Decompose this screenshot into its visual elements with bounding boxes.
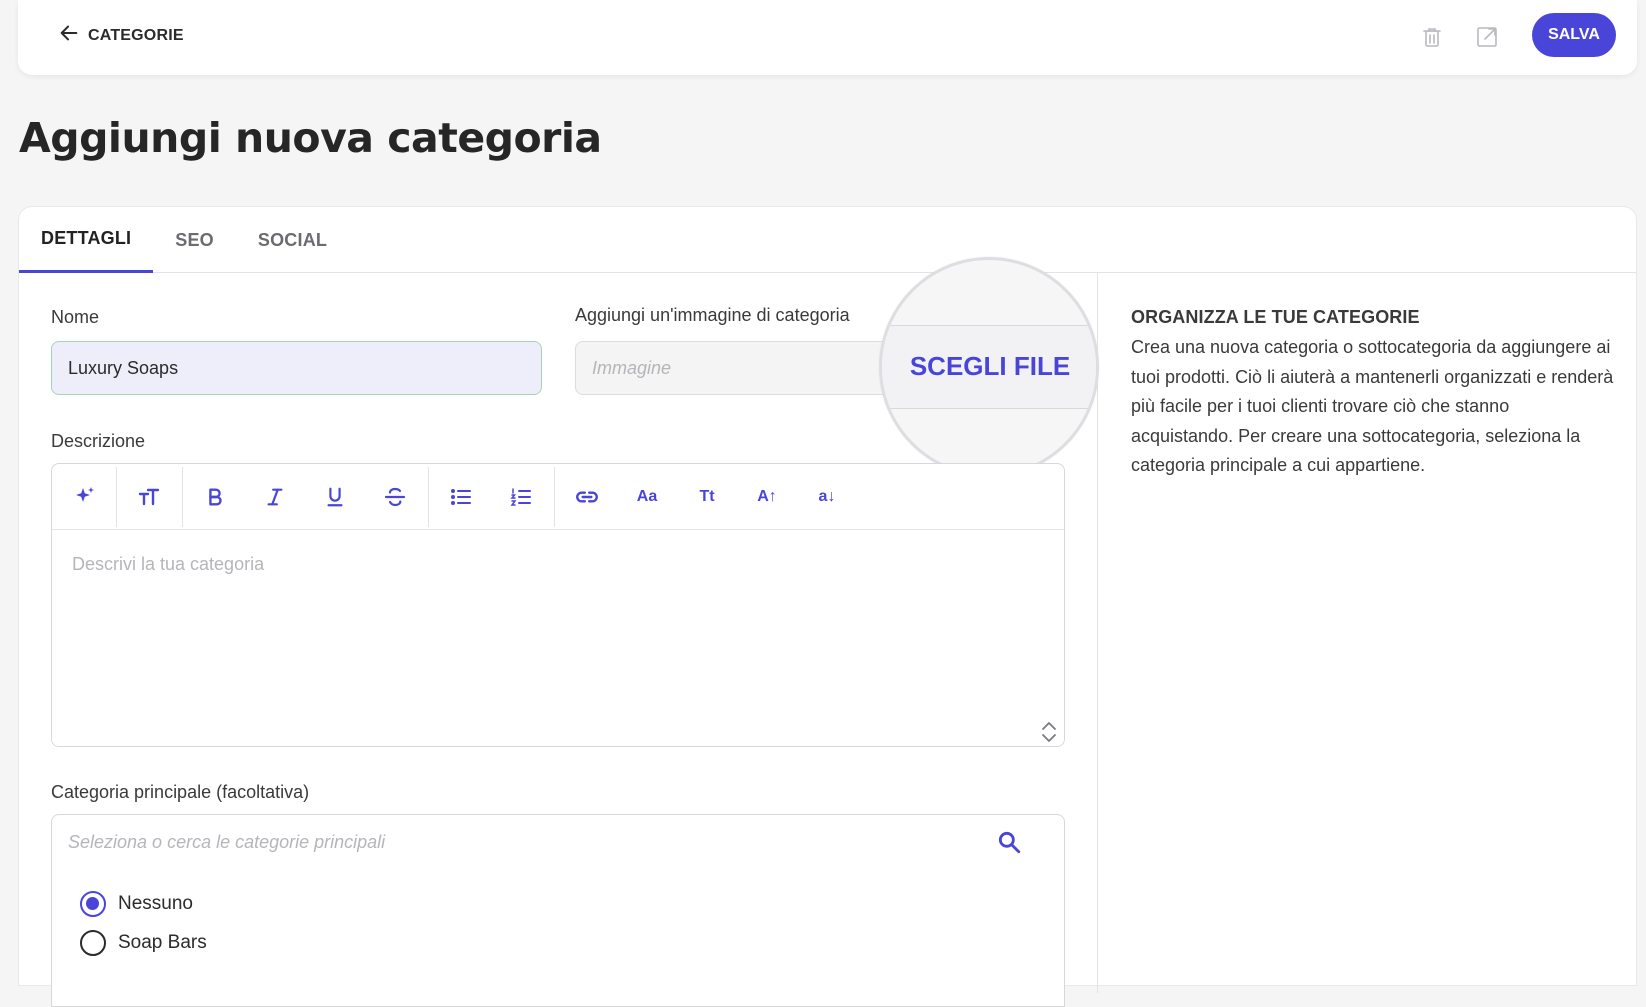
sparkle-icon[interactable] <box>68 480 102 514</box>
trash-icon[interactable] <box>1415 20 1449 54</box>
tab-seo[interactable]: SEO <box>153 207 236 273</box>
parent-category-search-input[interactable] <box>68 827 968 857</box>
option-label: Soap Bars <box>118 932 207 953</box>
arrow-left-icon <box>58 22 80 49</box>
title-case-icon[interactable]: Tt <box>690 480 724 514</box>
strikethrough-icon[interactable] <box>378 480 412 514</box>
uppercase-icon[interactable]: A↑ <box>750 480 784 514</box>
font-case-icon[interactable]: Aa <box>630 480 664 514</box>
magnifier-callout: SCEGLI FILE <box>879 257 1099 477</box>
link-icon[interactable] <box>570 480 604 514</box>
description-textarea[interactable] <box>52 530 1064 746</box>
numbered-list-icon[interactable] <box>504 480 538 514</box>
external-link-icon[interactable] <box>1470 20 1504 54</box>
toolbar-separator <box>554 467 555 527</box>
back-to-categories-link[interactable]: CATEGORIE <box>58 22 184 49</box>
radio-unselected[interactable] <box>80 930 106 956</box>
tab-dettagli[interactable]: DETTAGLI <box>19 207 154 273</box>
editor-toolbar: Aa Tt A↑ a↓ <box>52 464 1064 530</box>
resize-handle-icon[interactable] <box>1038 720 1060 744</box>
save-button[interactable]: SALVA <box>1532 13 1616 57</box>
toolbar-separator <box>428 467 429 527</box>
search-icon[interactable] <box>996 829 1022 855</box>
name-label: Nome <box>51 307 100 327</box>
toolbar-separator <box>182 467 183 527</box>
image-file-field[interactable]: Immagine <box>575 341 885 395</box>
description-label: Descrizione <box>51 431 146 451</box>
bullet-list-icon[interactable] <box>444 480 478 514</box>
parent-category-options: Nessuno Soap Bars <box>51 867 1065 1007</box>
image-label: Aggiungi un'immagine di categoria <box>575 305 850 325</box>
text-size-icon[interactable] <box>132 480 166 514</box>
option-label: Nessuno <box>118 893 193 914</box>
option-nessuno[interactable]: Nessuno <box>80 891 193 917</box>
tab-social[interactable]: SOCIAL <box>236 207 349 273</box>
description-editor: Aa Tt A↑ a↓ <box>51 463 1065 747</box>
name-input[interactable] <box>51 341 542 395</box>
option-soap-bars[interactable]: Soap Bars <box>80 930 207 956</box>
underline-icon[interactable] <box>318 480 352 514</box>
radio-selected[interactable] <box>80 891 106 917</box>
lowercase-icon[interactable]: a↓ <box>810 480 844 514</box>
tab-bar: DETTAGLI SEO SOCIAL <box>19 207 1636 273</box>
category-form-card: DETTAGLI SEO SOCIAL Nome Aggiungi un'imm… <box>18 206 1637 1007</box>
page-title: Aggiungi nuova categoria <box>19 114 602 162</box>
parent-category-search <box>51 814 1065 868</box>
choose-file-button[interactable]: SCEGLI FILE <box>900 344 1080 388</box>
top-bar: CATEGORIE SALVA <box>18 0 1637 75</box>
toolbar-separator <box>116 467 117 527</box>
help-title: ORGANIZZA LE TUE CATEGORIE <box>1131 307 1420 327</box>
bold-icon[interactable] <box>198 480 232 514</box>
parent-category-label: Categoria principale (facoltativa) <box>51 782 310 802</box>
help-text: Crea una nuova categoria o sottocategori… <box>1131 337 1614 476</box>
back-link-label: CATEGORIE <box>88 26 184 44</box>
italic-icon[interactable] <box>258 480 292 514</box>
